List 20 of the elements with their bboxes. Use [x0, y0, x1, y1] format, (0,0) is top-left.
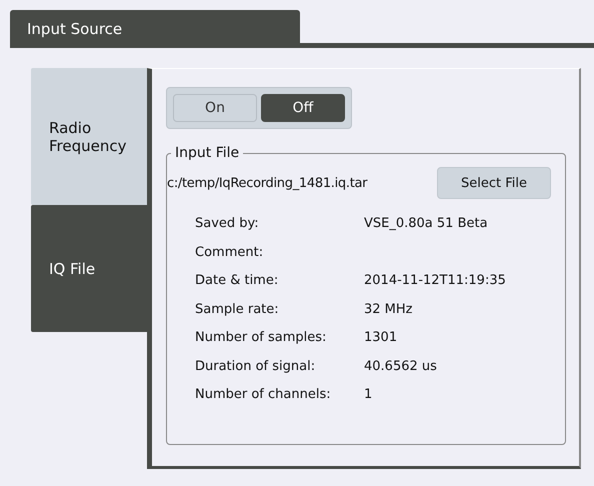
file-path: c:/temp/IqRecording_1481.iq.tar	[167, 176, 368, 190]
info-value: VSE_0.80a 51 Beta	[364, 215, 489, 233]
info-value: 40.6562 us	[364, 358, 438, 376]
info-label: Comment:	[195, 244, 264, 262]
info-value: 32 MHz	[364, 300, 414, 318]
info-label: Duration of signal:	[195, 358, 316, 376]
info-label: Number of samples:	[195, 329, 328, 347]
info-value: 2014-11-12T11:19:35	[364, 272, 507, 290]
info-label: Saved by:	[195, 215, 260, 233]
info-value: 1	[364, 386, 374, 404]
side-tab[interactable]: Radio Frequency	[31, 68, 147, 205]
group-legend: Input File	[171, 145, 244, 161]
info-label: Sample rate:	[195, 300, 280, 318]
select-file-button[interactable]: Select File	[437, 167, 551, 199]
info-label: Date & time:	[195, 272, 280, 290]
toggle-option[interactable]: Off	[261, 94, 345, 122]
side-tab[interactable]: IQ File	[31, 205, 147, 332]
info-label: Number of channels:	[195, 386, 332, 404]
info-value: 1301	[364, 329, 398, 347]
toggle-option[interactable]: On	[173, 94, 257, 122]
